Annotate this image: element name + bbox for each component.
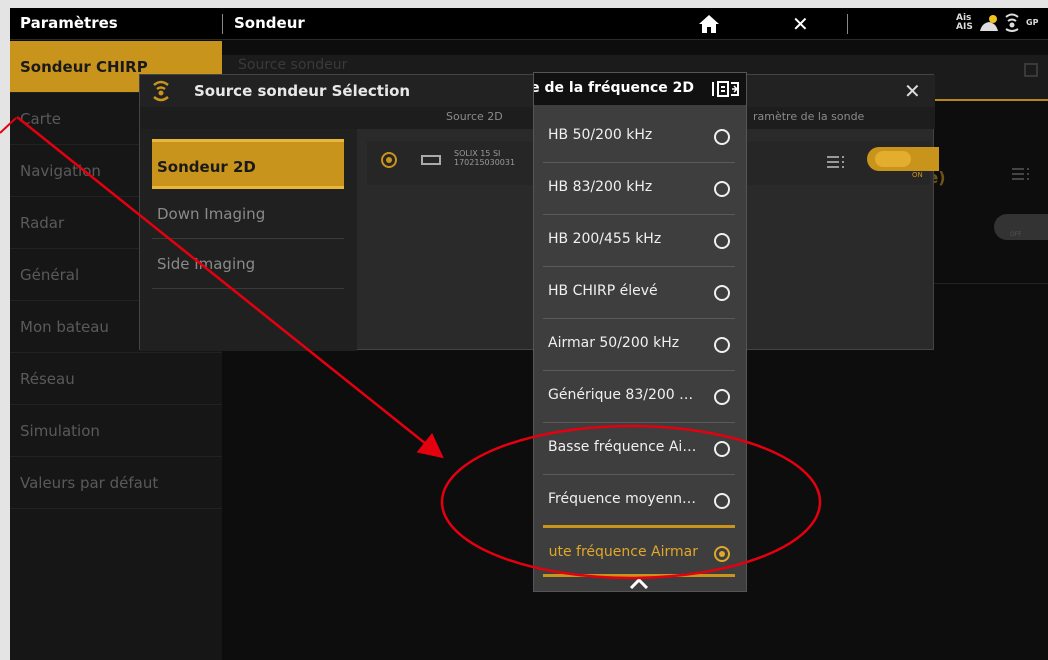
source-toggle[interactable]	[867, 147, 939, 171]
frequency-dropdown-title: Sonde de la fréquence 2D	[534, 80, 694, 96]
frequency-option-label: HB 200/455 kHz	[548, 231, 662, 247]
nav-item-valeurs-par-defaut[interactable]: Valeurs par défaut	[10, 457, 222, 509]
frequency-option[interactable]: Générique 83/200 kHz	[543, 371, 735, 423]
source-sondeur-label: Source sondeur	[238, 57, 348, 73]
section-title: Sondeur	[234, 14, 305, 32]
nav-item-simulation[interactable]: Simulation	[10, 405, 222, 457]
frequency-option-label: HB 83/200 kHz	[548, 179, 653, 195]
frequency-option[interactable]: HB CHIRP élevé	[543, 267, 735, 319]
warning-icon[interactable]	[978, 13, 1000, 33]
source-name: SOLIX 15 SI 170215030031	[454, 149, 515, 167]
source-serial: 170215030031	[454, 158, 516, 167]
radio-button[interactable]	[714, 389, 730, 405]
chevron-up-icon[interactable]	[629, 577, 649, 589]
ais-label: AIS	[956, 22, 973, 32]
frequency-option-label: HB 50/200 kHz	[548, 127, 653, 143]
frequency-option[interactable]: Basse fréquence Airmar	[543, 423, 735, 475]
frequency-option-selected[interactable]: Haute fréquence Airmar	[543, 525, 735, 577]
tab-side-imaging[interactable]: Side Imaging	[152, 239, 344, 289]
frequency-option-label: Airmar 50/200 kHz	[548, 335, 680, 351]
sonar-icon[interactable]	[1003, 13, 1021, 33]
home-icon[interactable]	[697, 13, 721, 35]
radio-button-selected[interactable]	[714, 546, 730, 562]
frequency-option-label: HB CHIRP élevé	[548, 283, 658, 299]
menu-icon[interactable]	[1012, 167, 1030, 181]
frequency-option[interactable]: HB 83/200 kHz	[543, 163, 735, 215]
status-separator	[847, 14, 848, 34]
radio-button[interactable]	[714, 493, 730, 509]
frequency-option[interactable]: HB 200/455 kHz	[543, 215, 735, 267]
tab-sondeur-2d[interactable]: Sondeur 2D	[152, 139, 344, 189]
ais-icon[interactable]: Ais AIS	[956, 14, 973, 32]
device-icon	[421, 155, 441, 165]
source-type-list: Sondeur 2D Down Imaging Side Imaging	[140, 129, 357, 351]
toggle-on-label: ON	[912, 171, 923, 179]
radio-button[interactable]	[714, 129, 730, 145]
list-icon[interactable]	[712, 81, 740, 97]
radio-button[interactable]	[714, 441, 730, 457]
radio-button[interactable]	[714, 285, 730, 301]
frequency-option-label: Générique 83/200 kHz	[548, 387, 698, 403]
title-separator	[222, 14, 223, 34]
menu-icon[interactable]	[827, 155, 845, 169]
gps-label[interactable]: GP	[1026, 18, 1038, 27]
close-icon[interactable]: ✕	[792, 12, 809, 36]
tab-down-imaging[interactable]: Down Imaging	[152, 189, 344, 239]
nav-item-reseau[interactable]: Réseau	[10, 353, 222, 405]
source-model: SOLIX 15 SI	[454, 149, 501, 158]
frequency-dropdown: Sonde de la fréquence 2D HB 50/200 kHz H…	[533, 72, 747, 592]
background-toggle[interactable]: OFF	[994, 214, 1048, 240]
radio-button[interactable]	[714, 233, 730, 249]
column-header-source: Source 2D	[446, 110, 503, 123]
dialog-title: Source sondeur Sélection	[194, 82, 411, 100]
frequency-option[interactable]: Airmar 50/200 kHz	[543, 319, 735, 371]
frequency-option-label: Haute fréquence Airmar	[548, 544, 698, 560]
column-header-param: ramètre de la sonde	[753, 110, 865, 123]
window-icon	[1024, 63, 1038, 77]
screen: Paramètres Sondeur ✕ Ais AIS GP Sondeur …	[10, 8, 1048, 660]
frequency-option[interactable]: Fréquence moyenne Airmar	[543, 475, 735, 527]
frequency-dropdown-header: Sonde de la fréquence 2D	[534, 73, 746, 105]
radio-button[interactable]	[714, 337, 730, 353]
device-frame: Paramètres Sondeur ✕ Ais AIS GP Sondeur …	[0, 0, 1048, 660]
sonar-icon	[153, 80, 169, 102]
frequency-option-label: Basse fréquence Airmar	[548, 439, 698, 455]
toggle-knob	[875, 151, 911, 167]
source-radio[interactable]	[381, 152, 397, 168]
frequency-option[interactable]: HB 50/200 kHz	[543, 111, 735, 163]
close-icon[interactable]: ✕	[904, 79, 921, 103]
toggle-off-label: OFF	[1010, 231, 1022, 238]
settings-title: Paramètres	[20, 14, 118, 32]
radio-button[interactable]	[714, 181, 730, 197]
top-bar: Paramètres Sondeur ✕ Ais AIS GP	[10, 8, 1048, 40]
frequency-option-label: Fréquence moyenne Airmar	[548, 491, 698, 507]
